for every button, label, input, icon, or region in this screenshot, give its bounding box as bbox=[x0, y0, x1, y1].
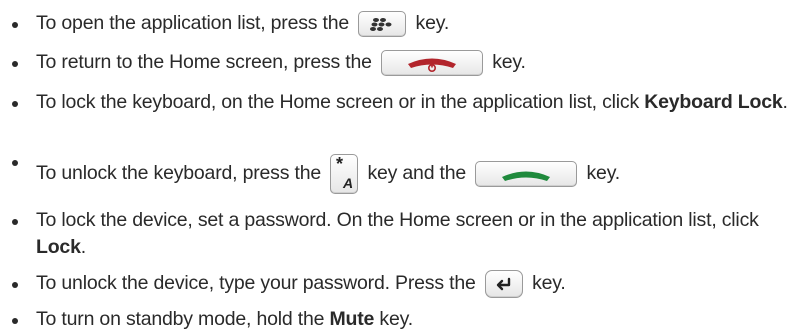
asterisk-alt-key-icon: * A bbox=[330, 154, 359, 194]
end-power-key-icon bbox=[381, 49, 484, 76]
ui-term: Mute bbox=[329, 308, 375, 330]
alt-key-top-glyph: * bbox=[336, 155, 343, 174]
item-text: To open the application list, press the bbox=[36, 12, 350, 34]
item-text: . bbox=[782, 91, 788, 113]
item-text: key and the bbox=[367, 162, 467, 185]
item-text: To lock the device, set a password. On t… bbox=[36, 209, 759, 231]
item-text: key. bbox=[415, 12, 450, 34]
instruction-list: To open the application list, press the … bbox=[0, 0, 804, 334]
ui-term: Keyboard Lock bbox=[644, 91, 783, 113]
item-text: key. bbox=[492, 51, 526, 73]
item-text: To return to the Home screen, press the bbox=[36, 51, 372, 73]
bullet-icon bbox=[12, 61, 18, 67]
item-text: To unlock the keyboard, press the bbox=[36, 162, 321, 185]
bullet-icon bbox=[12, 318, 18, 324]
alt-key-bottom-glyph: A bbox=[342, 175, 353, 191]
ui-term: Lock bbox=[36, 236, 81, 258]
enter-key-icon bbox=[484, 270, 523, 298]
item-text: To turn on standby mode, hold the bbox=[36, 308, 325, 330]
item-text: key. bbox=[586, 162, 621, 185]
bullet-icon bbox=[12, 160, 18, 166]
item-text: key. bbox=[532, 272, 566, 295]
bullet-icon bbox=[12, 22, 18, 28]
item-text: To lock the keyboard, on the Home screen… bbox=[36, 91, 640, 113]
blackberry-menu-key-icon bbox=[358, 10, 407, 37]
bullet-icon bbox=[12, 219, 18, 225]
item-text: . bbox=[80, 236, 86, 258]
item-text: key. bbox=[379, 308, 413, 330]
bullet-icon bbox=[12, 282, 18, 288]
send-call-key-icon bbox=[475, 161, 578, 187]
bullet-icon bbox=[12, 101, 18, 107]
item-text: To unlock the device, type your password… bbox=[36, 272, 476, 295]
